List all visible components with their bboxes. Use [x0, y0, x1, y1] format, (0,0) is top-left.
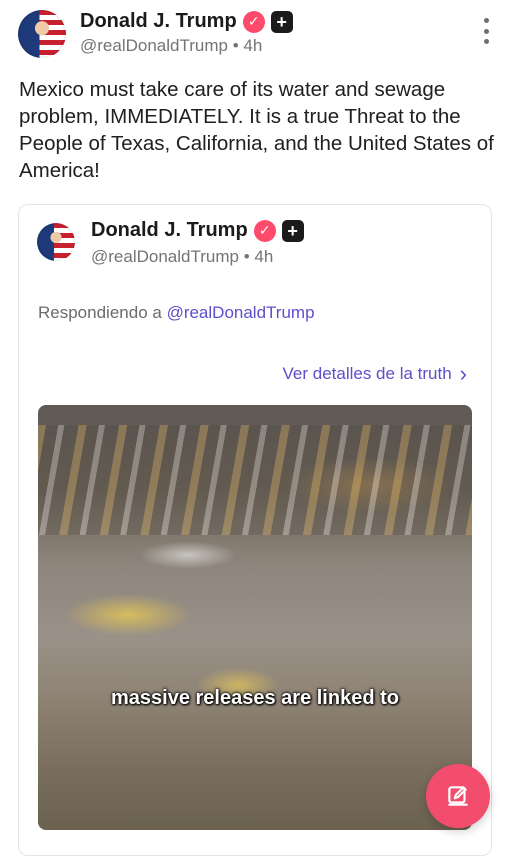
- video-caption: massive releases are linked to: [111, 687, 399, 709]
- avatar[interactable]: [18, 10, 66, 58]
- plus-badge-icon: +: [281, 219, 304, 242]
- video-frame: [38, 425, 472, 535]
- author-line: Donald J. Trump ✓ +: [80, 10, 293, 33]
- more-vertical-icon[interactable]: [478, 18, 494, 44]
- compose-edit-icon: [448, 786, 468, 806]
- quoted-post-card[interactable]: Donald J. Trump ✓ + @realDonaldTrump • 4…: [18, 204, 492, 856]
- compose-button[interactable]: [426, 764, 490, 828]
- separator-dot: •: [243, 247, 250, 266]
- quoted-handle-line: @realDonaldTrump • 4h: [91, 247, 273, 267]
- quoted-author-line: Donald J. Trump ✓ +: [91, 219, 304, 242]
- details-label: Ver detalles de la truth: [282, 364, 452, 383]
- post-time: 4h: [243, 36, 263, 55]
- reply-target-link[interactable]: @realDonaldTrump: [167, 303, 315, 322]
- chevron-right-icon: ›: [459, 361, 467, 386]
- quoted-time: 4h: [254, 247, 274, 266]
- video-player[interactable]: massive releases are linked to: [38, 405, 472, 830]
- plus-badge-icon: +: [270, 10, 293, 33]
- post-text: Mexico must take care of its water and s…: [19, 78, 494, 182]
- replying-to: Respondiendo a @realDonaldTrump: [38, 303, 315, 323]
- quoted-avatar[interactable]: [37, 223, 75, 261]
- verified-check-icon: ✓: [242, 10, 265, 33]
- view-truth-details-link[interactable]: Ver detalles de la truth ›: [283, 363, 468, 385]
- quoted-handle[interactable]: @realDonaldTrump: [91, 247, 239, 266]
- quoted-author-name[interactable]: Donald J. Trump: [91, 219, 248, 242]
- reply-prefix: Respondiendo a: [38, 303, 162, 322]
- author-name[interactable]: Donald J. Trump: [80, 10, 237, 33]
- handle-line: @realDonaldTrump • 4h: [80, 36, 262, 56]
- author-handle[interactable]: @realDonaldTrump: [80, 36, 228, 55]
- post-header: Donald J. Trump ✓ + @realDonaldTrump • 4…: [18, 10, 492, 62]
- quoted-header: Donald J. Trump ✓ + @realDonaldTrump • 4…: [37, 219, 457, 269]
- verified-check-icon: ✓: [253, 219, 276, 242]
- separator-dot: •: [232, 36, 239, 55]
